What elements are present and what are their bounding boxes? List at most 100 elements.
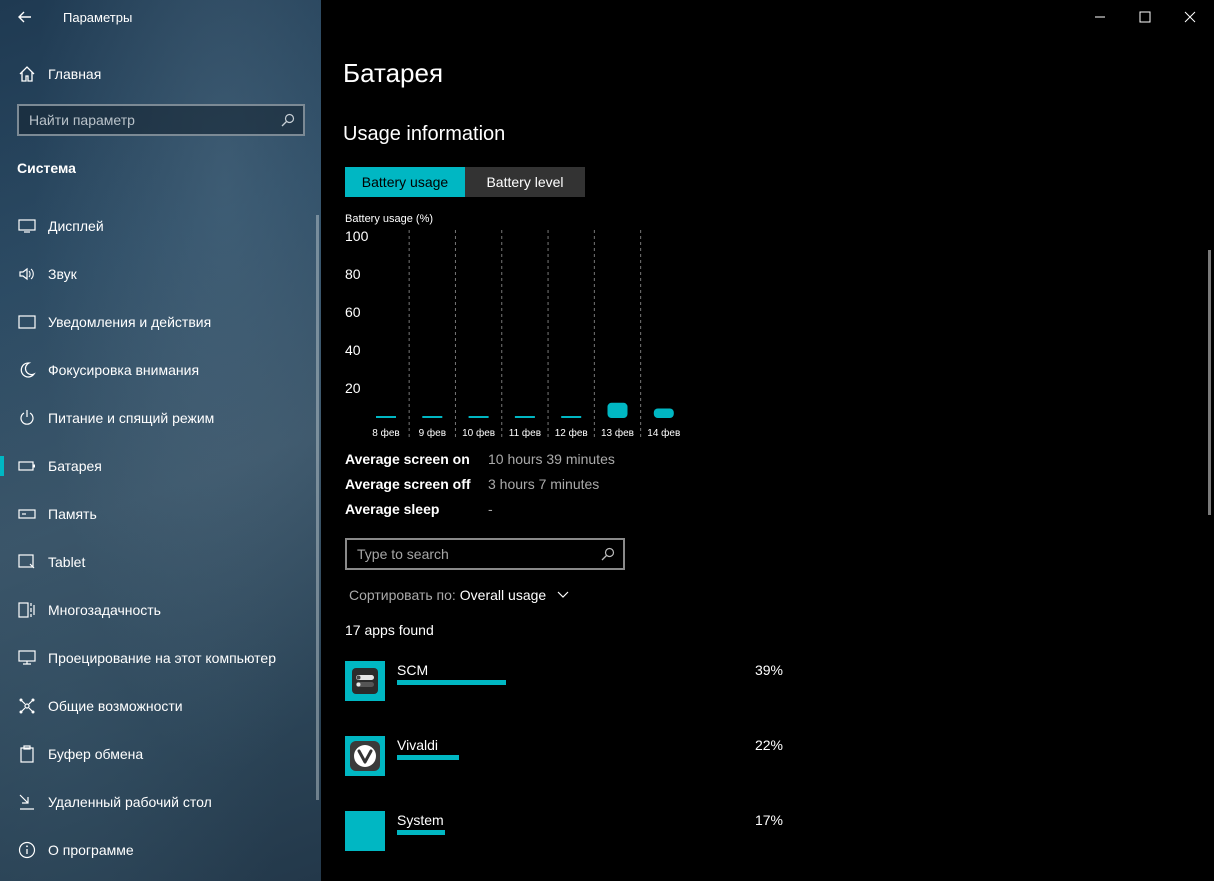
app-title: Параметры xyxy=(63,10,133,25)
usage-section-title: Usage information xyxy=(343,123,506,145)
apps-found-count: 17 apps found xyxy=(345,622,434,638)
chart-bar[interactable] xyxy=(561,416,582,418)
maximize-icon xyxy=(1139,11,1151,23)
remote-desktop-icon xyxy=(17,792,37,812)
chart-y-tick-label: 100 xyxy=(345,228,369,244)
app-usage-percent: 22% xyxy=(754,737,783,753)
info-icon xyxy=(17,840,37,860)
settings-search-box[interactable] xyxy=(17,104,305,136)
nav-home[interactable]: Главная xyxy=(0,54,321,94)
chart-bar[interactable] xyxy=(514,416,535,418)
battery-usage-chart: Battery usage (%) 20 40 60 80 100 8 фев 9 фев… xyxy=(345,213,680,440)
sidebar-scrollbar[interactable] xyxy=(316,215,319,800)
chevron-down-icon xyxy=(557,591,569,598)
sort-label: Сортировать по: xyxy=(349,587,456,603)
stat-value: 10 hours 39 minutes xyxy=(488,451,615,467)
chart-x-tick-label: 14 фев xyxy=(647,427,680,439)
app-usage-bar xyxy=(397,830,445,835)
close-button[interactable] xyxy=(1167,0,1213,34)
sidebar-item-clipboard[interactable]: Буфер обмена xyxy=(0,734,321,774)
sidebar-item-multitasking[interactable]: Многозадачность xyxy=(0,590,321,630)
stat-label: Average sleep xyxy=(345,501,440,517)
section-title: Система xyxy=(17,160,76,176)
sort-value[interactable]: Overall usage xyxy=(460,587,546,603)
app-search-box[interactable] xyxy=(345,538,625,570)
clipboard-icon xyxy=(17,744,37,764)
chart-x-tick-label: 12 фев xyxy=(555,427,588,439)
chart-y-tick-label: 20 xyxy=(345,380,361,396)
sidebar-item-label: Удаленный рабочий стол xyxy=(48,794,212,810)
sidebar-item-label: Дисплей xyxy=(48,218,104,234)
scm-icon xyxy=(345,661,385,701)
stat-label: Average screen off xyxy=(345,476,471,492)
shared-experiences-icon xyxy=(17,696,37,716)
sidebar-item-storage[interactable]: Память xyxy=(0,494,321,534)
settings-search-input[interactable] xyxy=(29,112,269,128)
app-name: SCM xyxy=(397,662,429,678)
chart-y-tick-label: 60 xyxy=(345,304,361,320)
search-icon[interactable] xyxy=(601,547,615,566)
chart-bar[interactable] xyxy=(422,416,443,418)
sidebar: Параметры Главная Система Дисплей Звук У… xyxy=(0,0,321,881)
chart-y-tick-label: 80 xyxy=(345,266,361,282)
multitasking-icon xyxy=(17,600,37,620)
display-icon xyxy=(17,216,37,236)
chart-x-tick-label: 9 фев xyxy=(419,427,446,439)
app-row-vivaldi[interactable]: Vivaldi 22% xyxy=(345,736,785,778)
tab-battery-usage[interactable]: Battery usage xyxy=(345,167,465,197)
app-row-scm[interactable]: SCM 39% xyxy=(345,661,785,703)
main-scrollbar[interactable] xyxy=(1208,250,1211,515)
stat-value: - xyxy=(488,501,493,517)
page-title: Батарея xyxy=(343,58,444,88)
sidebar-item-focus-assist[interactable]: Фокусировка внимания xyxy=(0,350,321,390)
sidebar-item-display[interactable]: Дисплей xyxy=(0,206,321,246)
sort-dropdown[interactable]: Сортировать по: Overall usage xyxy=(349,587,572,603)
tablet-icon xyxy=(17,552,37,572)
sidebar-item-battery[interactable]: Батарея xyxy=(0,446,321,486)
sidebar-item-label: Батарея xyxy=(48,458,102,474)
stat-value: 3 hours 7 minutes xyxy=(488,476,600,492)
sidebar-item-tablet[interactable]: Tablet xyxy=(0,542,321,582)
chart-x-tick-label: 13 фев xyxy=(601,427,634,439)
sidebar-item-projecting[interactable]: Проецирование на этот компьютер xyxy=(0,638,321,678)
sidebar-item-about[interactable]: О программе xyxy=(0,830,321,870)
app-name: System xyxy=(397,812,444,828)
maximize-button[interactable] xyxy=(1122,0,1168,34)
app-search-input[interactable] xyxy=(357,546,587,562)
sidebar-item-power-sleep[interactable]: Питание и спящий режим xyxy=(0,398,321,438)
speaker-icon xyxy=(17,264,37,284)
sidebar-item-label: Звук xyxy=(48,266,77,282)
tab-battery-level[interactable]: Battery level xyxy=(465,167,585,197)
sidebar-item-label: Память xyxy=(48,506,97,522)
chart-bar[interactable] xyxy=(653,408,674,419)
sidebar-item-notifications[interactable]: Уведомления и действия xyxy=(0,302,321,342)
chart-x-tick-label: 10 фев xyxy=(462,427,495,439)
sidebar-item-label: Многозадачность xyxy=(48,602,161,618)
chart-bar[interactable] xyxy=(468,416,489,418)
active-indicator xyxy=(0,456,4,476)
sidebar-item-label: Фокусировка внимания xyxy=(48,362,200,378)
chart-x-tick-label: 8 фев xyxy=(372,427,399,439)
sidebar-item-label: Питание и спящий режим xyxy=(48,410,215,426)
chart-bar[interactable] xyxy=(607,402,628,418)
app-row-system[interactable]: System 17% xyxy=(345,811,785,853)
sidebar-item-remote-desktop[interactable]: Удаленный рабочий стол xyxy=(0,782,321,822)
chart-y-tick-label: 40 xyxy=(345,342,361,358)
chart-bar[interactable] xyxy=(376,416,396,418)
minimize-button[interactable] xyxy=(1077,0,1123,34)
app-name: Vivaldi xyxy=(397,737,438,753)
main-content: Батарея Usage information Battery usage … xyxy=(321,0,1214,881)
app-usage-percent: 17% xyxy=(754,812,783,828)
sidebar-item-sound[interactable]: Звук xyxy=(0,254,321,294)
sidebar-item-label: Проецирование на этот компьютер xyxy=(48,650,276,666)
sidebar-item-shared-experiences[interactable]: Общие возможности xyxy=(0,686,321,726)
sidebar-item-label: Уведомления и действия xyxy=(48,314,212,330)
moon-icon xyxy=(17,360,37,380)
sidebar-item-label: Tablet xyxy=(48,554,86,570)
close-icon xyxy=(1184,11,1196,23)
vivaldi-icon xyxy=(345,736,385,776)
back-button[interactable] xyxy=(14,6,36,28)
minimize-icon xyxy=(1095,16,1105,18)
search-icon[interactable] xyxy=(281,113,295,132)
storage-icon xyxy=(17,504,37,524)
